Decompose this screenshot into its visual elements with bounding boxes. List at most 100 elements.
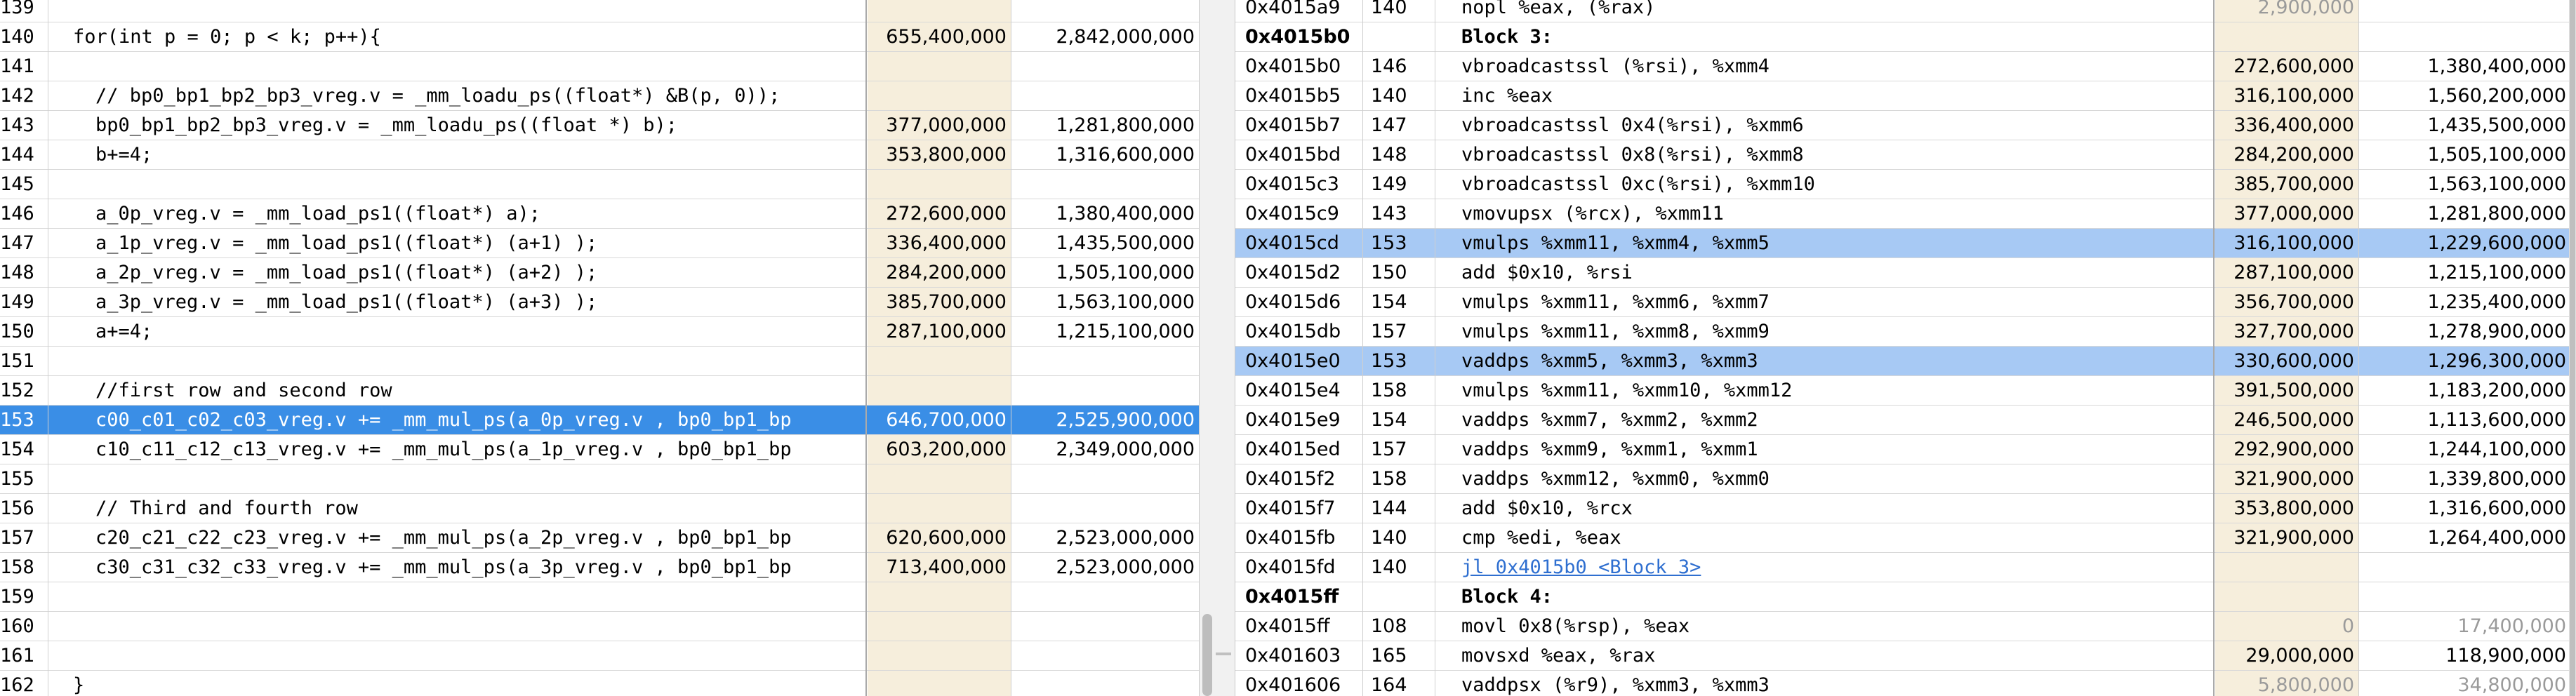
source-line-row[interactable]: 156 // Third and fourth row bbox=[0, 494, 1199, 523]
source-scrollbar-thumb[interactable] bbox=[1202, 614, 1212, 696]
source-line-row[interactable]: 155 bbox=[0, 464, 1199, 494]
asm-instruction-row[interactable]: 0x4015e4 158 vmulps %xmm11, %xmm10, %xmm12… bbox=[1235, 376, 2576, 406]
asm-instruction-row[interactable]: 0x4015cd 153 vmulps %xmm11, %xmm4, %xmm5 31… bbox=[1235, 229, 2576, 258]
pane-splitter[interactable] bbox=[1199, 0, 1235, 696]
metric-cycles-1 bbox=[868, 464, 1011, 493]
metric-cycles-2: 2,525,900,000 bbox=[1012, 406, 1199, 434]
source-code: bp0_bp1_bp2_bp3_vreg.v = _mm_loadu_ps((f… bbox=[95, 114, 678, 136]
source-line-row[interactable]: 139 bbox=[0, 0, 1199, 22]
asm-instruction-row[interactable]: 0x4015bd 148 vbroadcastssl 0x8(%rsi), %xmm… bbox=[1235, 140, 2576, 170]
block-header-row[interactable]: 0x4015b0 Block 3: bbox=[1235, 22, 2576, 52]
metric-cycles-2: 1,278,900,000 bbox=[2427, 321, 2566, 342]
instruction-text: add $0x10, %rcx bbox=[1461, 497, 1633, 519]
asm-instruction-row[interactable]: 0x4015d2 150 add $0x10, %rsi 287,100,000 1,2… bbox=[1235, 258, 2576, 288]
source-line-ref: 149 bbox=[1371, 173, 1407, 195]
source-line-row[interactable]: 145 bbox=[0, 170, 1199, 199]
instruction-address: 0x4015f7 bbox=[1245, 497, 1336, 519]
asm-instruction-row[interactable]: 0x4015f2 158 vaddps %xmm12, %xmm0, %xmm0 32… bbox=[1235, 464, 2576, 494]
source-line-row[interactable]: 140 for(int p = 0; p < k; p++){655,400,00… bbox=[0, 22, 1199, 52]
asm-instruction-row[interactable]: 0x4015b0 146 vbroadcastssl (%rsi), %xmm4 27… bbox=[1235, 52, 2576, 81]
metric-cycles-2 bbox=[1012, 671, 1199, 696]
asm-instruction-row[interactable]: 0x4015fb 140 cmp %edi, %eax 321,900,000 1,26… bbox=[1235, 523, 2576, 553]
source-code: for(int p = 0; p < k; p++){ bbox=[73, 26, 381, 48]
source-line-row[interactable]: 148 a_2p_vreg.v = _mm_load_ps1((float*) (… bbox=[0, 258, 1199, 288]
metric-cycles-2 bbox=[1012, 494, 1199, 523]
metric-cycles-2: 34,800,000 bbox=[2457, 674, 2566, 696]
source-line-row[interactable]: 153 c00_c01_c02_c03_vreg.v += _mm_mul_ps(… bbox=[0, 406, 1199, 435]
source-line-row[interactable]: 149 a_3p_vreg.v = _mm_load_ps1((float*) (… bbox=[0, 288, 1199, 317]
line-number: 147 bbox=[0, 232, 34, 254]
source-line-row[interactable]: 160 bbox=[0, 612, 1199, 641]
source-line-row[interactable]: 144 b+=4; 353,800,000 1,316,600,000 bbox=[0, 140, 1199, 170]
asm-instruction-row[interactable]: 0x4015e0 153 vaddps %xmm5, %xmm3, %xmm3 330… bbox=[1235, 347, 2576, 376]
source-code: a+=4; bbox=[95, 321, 153, 342]
asm-instruction-row[interactable]: 0x4015ff 108 movl 0x8(%rsp), %eax 0 17,400,0… bbox=[1235, 612, 2576, 641]
source-line-row[interactable]: 141 bbox=[0, 52, 1199, 81]
asm-instruction-row[interactable]: 0x4015ed 157 vaddps %xmm9, %xmm1, %xmm1 292… bbox=[1235, 435, 2576, 464]
source-line-row[interactable]: 142 // bp0_bp1_bp2_bp3_vreg.v = _mm_loadu… bbox=[0, 81, 1199, 111]
source-line-row[interactable]: 151 bbox=[0, 347, 1199, 376]
metric-cycles-2: 1,505,100,000 bbox=[1056, 262, 1195, 283]
metric-cycles-1 bbox=[868, 582, 1011, 611]
instruction-address: 0x4015ff bbox=[1245, 615, 1330, 637]
source-line-row[interactable]: 143 bp0_bp1_bp2_bp3_vreg.v = _mm_loadu_ps… bbox=[0, 111, 1199, 140]
block-header-row[interactable]: 0x4015ff Block 4: bbox=[1235, 582, 2576, 612]
instruction-text: inc %eax bbox=[1461, 85, 1553, 107]
metric-cycles-1: 272,600,000 bbox=[2215, 52, 2358, 81]
asm-instruction-row[interactable]: 0x4015c9 143 vmovupsx (%rcx), %xmm11 377,00… bbox=[1235, 199, 2576, 229]
source-line-row[interactable]: 159 bbox=[0, 582, 1199, 612]
instruction-text: vaddps %xmm9, %xmm1, %xmm1 bbox=[1461, 439, 1758, 460]
asm-instruction-row[interactable]: 0x4015fd 140 jl 0x4015b0 <Block 3> bbox=[1235, 553, 2576, 582]
metric-cycles-1 bbox=[868, 376, 1011, 405]
source-line-row[interactable]: 161 bbox=[0, 641, 1199, 671]
source-line-ref: 140 bbox=[1371, 0, 1407, 18]
source-line-row[interactable]: 162} bbox=[0, 671, 1199, 696]
source-code bbox=[49, 612, 865, 641]
source-line-row[interactable]: 158 c30_c31_c32_c33_vreg.v += _mm_mul_ps(… bbox=[0, 553, 1199, 582]
jump-target-link[interactable]: jl 0x4015b0 <Block 3> bbox=[1436, 553, 2212, 582]
asm-instruction-row[interactable]: 0x401606 164 vaddpsx (%r9), %xmm3, %xmm3 5,… bbox=[1235, 671, 2576, 696]
source-code bbox=[49, 0, 865, 22]
metric-cycles-1: 356,700,000 bbox=[2215, 288, 2358, 316]
asm-instruction-row[interactable]: 0x4015b5 140 inc %eax 316,100,000 1,560,200,… bbox=[1235, 81, 2576, 111]
metric-cycles-2: 1,113,600,000 bbox=[2427, 409, 2566, 431]
source-line-row[interactable]: 150 a+=4; 287,100,000 1,215,100,000 bbox=[0, 317, 1199, 347]
asm-instruction-row[interactable]: 0x4015f7 144 add $0x10, %rcx 353,800,000 1,3… bbox=[1235, 494, 2576, 523]
metric-cycles-1: 655,400,000 bbox=[868, 22, 1011, 51]
metric-cycles-2: 2,523,000,000 bbox=[1056, 527, 1195, 549]
source-code bbox=[49, 347, 865, 375]
instruction-address: 0x4015cd bbox=[1245, 232, 1339, 254]
asm-instruction-row[interactable]: 0x4015e9 154 vaddps %xmm7, %xmm2, %xmm2 246… bbox=[1235, 406, 2576, 435]
line-number: 158 bbox=[0, 556, 34, 578]
source-code bbox=[49, 582, 865, 611]
source-line-row[interactable]: 157 c20_c21_c22_c23_vreg.v += _mm_mul_ps(… bbox=[0, 523, 1199, 553]
metric-cycles-1: 327,700,000 bbox=[2215, 317, 2358, 346]
source-line-row[interactable]: 146 a_0p_vreg.v = _mm_load_ps1((float*) a… bbox=[0, 199, 1199, 229]
source-line-row[interactable]: 147 a_1p_vreg.v = _mm_load_ps1((float*) (… bbox=[0, 229, 1199, 258]
source-code: // bp0_bp1_bp2_bp3_vreg.v = _mm_loadu_ps… bbox=[95, 85, 781, 107]
metric-cycles-1: 385,700,000 bbox=[868, 288, 1011, 316]
source-line-row[interactable]: 152 //first row and second row bbox=[0, 376, 1199, 406]
metric-cycles-2 bbox=[1012, 612, 1199, 641]
splitter-grip-icon[interactable] bbox=[1216, 652, 1231, 655]
source-line-row[interactable]: 154 c10_c11_c12_c13_vreg.v += _mm_mul_ps(… bbox=[0, 435, 1199, 464]
asm-instruction-row[interactable]: 0x4015b7 147 vbroadcastssl 0x4(%rsi), %xmm… bbox=[1235, 111, 2576, 140]
asm-instruction-row[interactable]: 0x4015c3 149 vbroadcastssl 0xc(%rsi), %xmm… bbox=[1235, 170, 2576, 199]
instruction-text: vaddps %xmm5, %xmm3, %xmm3 bbox=[1461, 350, 1758, 372]
source-line-ref: 108 bbox=[1371, 615, 1407, 637]
source-code-pane[interactable]: 139 140 for(int p = 0; p < k; p++){655,400… bbox=[0, 0, 1199, 696]
metric-cycles-1 bbox=[868, 170, 1011, 199]
asm-instruction-row[interactable]: 0x4015d6 154 vmulps %xmm11, %xmm6, %xmm7 35… bbox=[1235, 288, 2576, 317]
asm-instruction-row[interactable]: 0x401603 165 movsxd %eax, %rax 29,000,000 11… bbox=[1235, 641, 2576, 671]
instruction-address: 0x4015ed bbox=[1245, 439, 1341, 460]
profiler-window: 139 140 for(int p = 0; p < k; p++){655,400… bbox=[0, 0, 2576, 696]
line-number: 150 bbox=[0, 321, 34, 342]
metric-cycles-2 bbox=[2360, 0, 2570, 22]
source-line-ref bbox=[1364, 22, 1434, 51]
assembly-pane[interactable]: 0x4015a9 140 nopl %eax, (%rax) 2,900,000 0x4… bbox=[1235, 0, 2576, 696]
asm-instruction-row[interactable]: 0x4015a9 140 nopl %eax, (%rax) 2,900,000 bbox=[1235, 0, 2576, 22]
metric-cycles-2: 2,349,000,000 bbox=[1056, 439, 1195, 460]
assembly-scrollbar-thumb[interactable] bbox=[2570, 0, 2575, 696]
metric-cycles-2: 1,563,100,000 bbox=[1056, 291, 1195, 313]
asm-instruction-row[interactable]: 0x4015db 157 vmulps %xmm11, %xmm8, %xmm9 32… bbox=[1235, 317, 2576, 347]
